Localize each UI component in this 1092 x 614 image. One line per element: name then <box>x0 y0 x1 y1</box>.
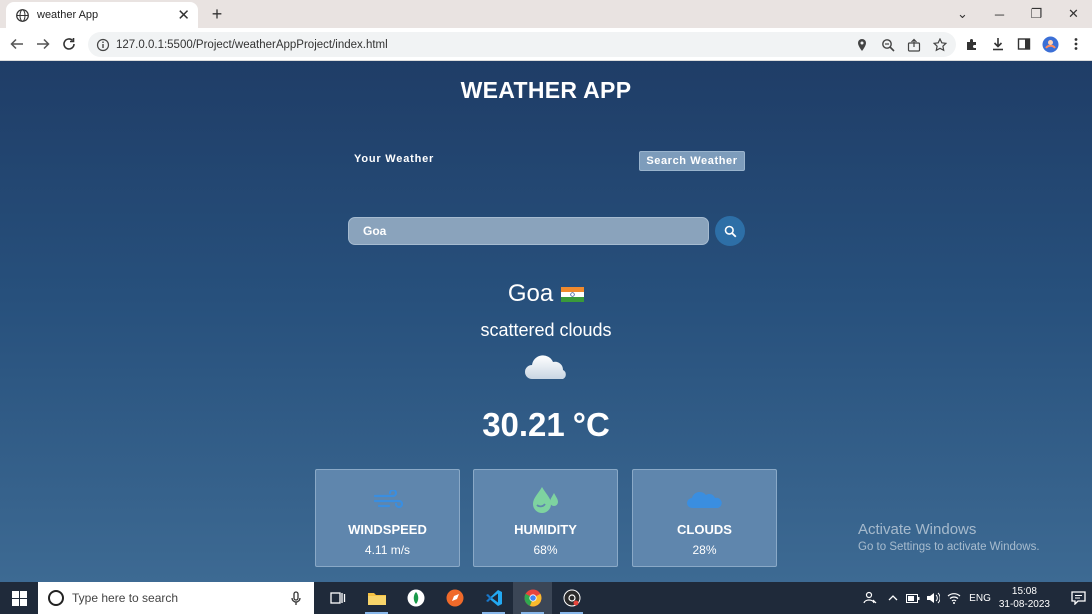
taskbar-chrome[interactable] <box>513 582 552 614</box>
new-tab-button[interactable]: + <box>206 3 228 25</box>
task-view-icon <box>329 592 345 604</box>
close-window-button[interactable]: ✕ <box>1055 0 1092 28</box>
chevron-up-icon[interactable] <box>883 595 903 601</box>
weather-app-page: WEATHER APP Your Weather Search Weather … <box>0 61 1092 582</box>
windows-taskbar: Type here to search ENG 15:08 31-08-2023 <box>0 582 1092 614</box>
browser-toolbar: 127.0.0.1:5500/Project/weatherAppProject… <box>0 28 1092 61</box>
watermark-title: Activate Windows <box>858 521 977 538</box>
taskbar-app-dark[interactable] <box>552 582 591 614</box>
globe-icon <box>16 8 29 22</box>
microphone-icon[interactable] <box>286 590 306 606</box>
search-icon <box>724 225 736 237</box>
india-flag-icon <box>561 286 585 302</box>
volume-icon[interactable] <box>923 592 943 604</box>
site-info-icon[interactable] <box>96 38 110 52</box>
side-panel-icon[interactable] <box>1014 34 1034 54</box>
humidity-icon <box>532 487 558 513</box>
minimize-button[interactable]: ─ <box>981 0 1018 28</box>
download-icon[interactable] <box>988 34 1008 54</box>
vscode-icon <box>485 590 502 606</box>
temperature-unit: °C <box>572 406 610 443</box>
clouds-value: 28% <box>692 543 717 557</box>
windspeed-label: WINDSPEED <box>348 522 427 537</box>
tab-title: weather App <box>37 9 99 21</box>
people-icon[interactable] <box>857 591 883 605</box>
restore-button[interactable]: ❐ <box>1018 0 1055 28</box>
search-circle-icon <box>48 590 64 606</box>
app-record-icon <box>563 589 580 607</box>
clock-date: 31-08-2023 <box>998 599 1050 610</box>
address-bar[interactable]: 127.0.0.1:5500/Project/weatherAppProject… <box>88 32 956 57</box>
clock[interactable]: 15:08 31-08-2023 <box>999 585 1050 611</box>
battery-icon[interactable] <box>903 593 923 603</box>
system-tray: ENG 15:08 31-08-2023 <box>857 582 1092 614</box>
wind-icon <box>373 490 403 509</box>
zoom-icon[interactable] <box>879 36 896 53</box>
city-name: Goa <box>507 280 554 307</box>
start-button[interactable] <box>0 582 38 614</box>
windspeed-value: 4.11 m/s <box>364 543 411 557</box>
clouds-label: CLOUDS <box>677 522 732 537</box>
chrome-icon <box>524 589 541 607</box>
bookmark-star-icon[interactable] <box>931 36 948 53</box>
task-view-button[interactable] <box>318 582 357 614</box>
app-leaf-icon <box>407 589 424 607</box>
city-search-input[interactable] <box>348 217 709 245</box>
search-button[interactable] <box>715 216 745 246</box>
taskbar-app-green[interactable] <box>396 582 435 614</box>
taskbar-vscode[interactable] <box>474 582 513 614</box>
wifi-icon[interactable] <box>943 592 965 604</box>
tab-search-button[interactable]: ⌄ <box>944 0 981 28</box>
tab-close-button[interactable]: ✕ <box>177 8 190 23</box>
tab-your-weather[interactable]: Your Weather <box>354 153 434 165</box>
browser-tab-bar: weather App ✕ + ⌄ ─ ❐ ✕ <box>0 0 1092 28</box>
taskbar-search-box[interactable]: Type here to search <box>38 582 314 614</box>
share-icon[interactable] <box>905 36 922 53</box>
weather-cloud-icon <box>525 355 566 379</box>
browser-tab[interactable]: weather App ✕ <box>6 2 198 28</box>
taskbar-app-orange[interactable] <box>435 582 474 614</box>
windspeed-card: WINDSPEED 4.11 m/s <box>315 469 460 567</box>
reload-icon[interactable] <box>57 33 81 55</box>
humidity-label: HUMIDITY <box>514 522 577 537</box>
back-arrow-icon[interactable] <box>5 33 29 55</box>
app-compass-icon <box>446 589 463 607</box>
notification-icon[interactable] <box>1064 591 1092 605</box>
page-title: WEATHER APP <box>460 77 632 103</box>
humidity-value: 68% <box>533 543 558 557</box>
temperature: 30.21 °C <box>0 406 1092 444</box>
weather-condition: scattered clouds <box>480 320 612 340</box>
url-text: 127.0.0.1:5500/Project/weatherAppProject… <box>116 38 388 51</box>
window-controls: ⌄ ─ ❐ ✕ <box>944 0 1092 28</box>
cloud-icon <box>686 491 722 508</box>
clouds-card: CLOUDS 28% <box>632 469 777 567</box>
extensions-puzzle-icon[interactable] <box>962 34 982 54</box>
language-indicator[interactable]: ENG <box>969 593 991 604</box>
taskbar-file-explorer[interactable] <box>357 582 396 614</box>
browser-menu-icon[interactable] <box>1066 34 1086 54</box>
temperature-value: 30.21 <box>482 406 565 443</box>
profile-avatar[interactable] <box>1040 34 1060 54</box>
location-pin-icon[interactable] <box>853 36 870 53</box>
watermark-subtitle: Go to Settings to activate Windows. <box>858 541 1040 553</box>
tab-search-weather[interactable]: Search Weather <box>639 151 745 171</box>
windows-logo-icon <box>11 590 27 606</box>
clock-time: 15:08 <box>1011 586 1037 597</box>
folder-icon <box>367 593 386 605</box>
city-name-row: Goa <box>0 280 1092 308</box>
taskbar-search-placeholder: Type here to search <box>72 591 179 605</box>
activate-windows-watermark: Activate Windows Go to Settings to activ… <box>858 521 1040 553</box>
forward-arrow-icon[interactable] <box>31 33 55 55</box>
humidity-card: HUMIDITY 68% <box>473 469 618 567</box>
